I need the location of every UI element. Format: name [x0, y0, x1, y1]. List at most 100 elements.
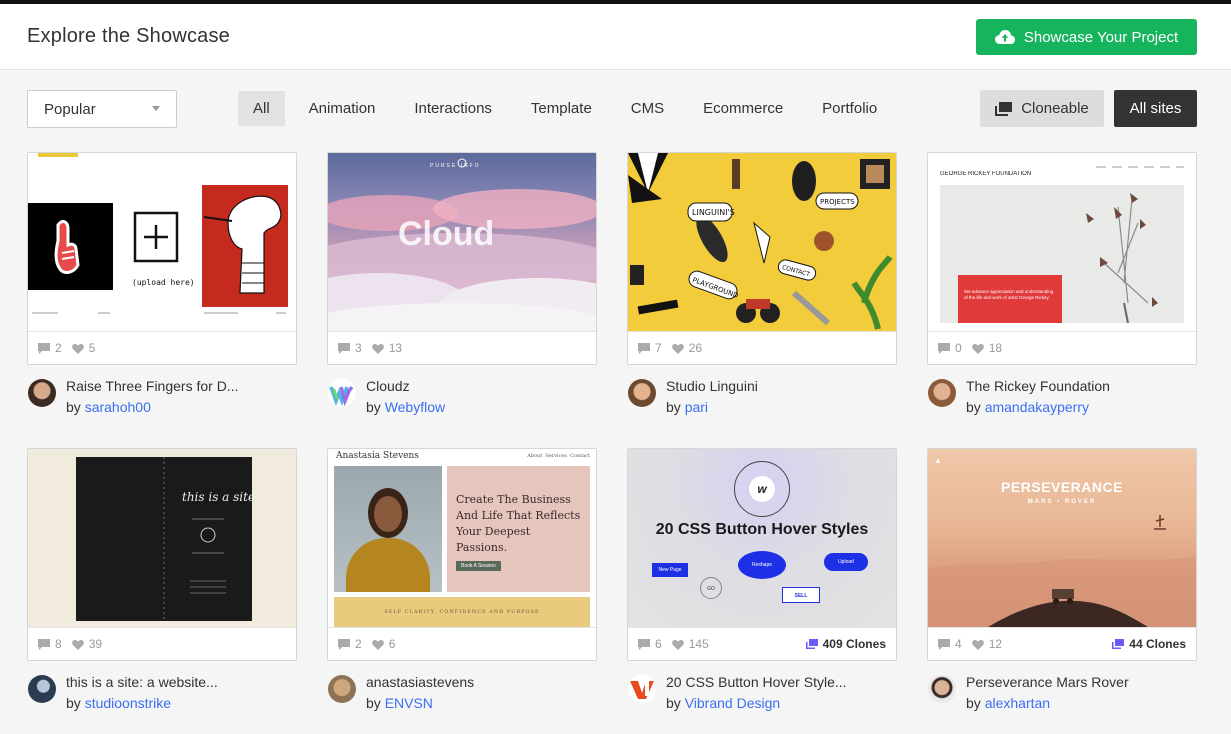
- card-preview[interactable]: w 20 CSS Button Hover Styles New Page Re…: [627, 448, 897, 661]
- upload-caption: (upload here): [132, 278, 195, 287]
- card-title[interactable]: anastasiastevens: [366, 674, 474, 690]
- cloneable-filter-button[interactable]: Cloneable: [980, 90, 1104, 127]
- avatar[interactable]: [328, 379, 356, 407]
- category-tabs: All Animation Interactions Template CMS …: [238, 91, 901, 126]
- comment-count: 8: [55, 637, 62, 651]
- avatar[interactable]: [628, 379, 656, 407]
- card-thumbnail: LINGUINI'S PROJECTS PLAYGROUND CONTACT: [628, 153, 896, 331]
- thumb-footer: SELF CLARITY, CONFIDENCE AND PURPOSE: [334, 597, 590, 627]
- author-link[interactable]: ENVSN: [385, 695, 433, 711]
- avatar[interactable]: [628, 675, 656, 703]
- avatar[interactable]: [28, 379, 56, 407]
- card-byline: by studioonstrike: [66, 695, 172, 711]
- card-title[interactable]: Perseverance Mars Rover: [966, 674, 1129, 690]
- card-thumbnail: We advance appreciation and understandin…: [928, 153, 1196, 331]
- card-meta: 20 CSS Button Hover Style... by Vibrand …: [627, 671, 897, 719]
- tab-cms[interactable]: CMS: [616, 91, 679, 126]
- showcase-project-label: Showcase Your Project: [1023, 28, 1179, 46]
- card-meta: anastasiastevens by ENVSN: [327, 671, 597, 719]
- comment-icon: [638, 638, 650, 650]
- like-count: 18: [988, 341, 1003, 355]
- card-meta: Studio Linguini by pari: [627, 375, 897, 423]
- card-preview[interactable]: LINGUINI'S PROJECTS PLAYGROUND CONTACT 7…: [627, 152, 897, 365]
- card-thumbnail: w 20 CSS Button Hover Styles New Page Re…: [628, 449, 896, 627]
- showcase-card: this is a site 8 39 this is a site: a we…: [27, 448, 297, 719]
- card-title[interactable]: Cloudz: [366, 378, 410, 394]
- card-thumbnail: ▲ PERSEVERANCE MARS • ROVER: [928, 449, 1196, 627]
- showcase-card: w 20 CSS Button Hover Styles New Page Re…: [627, 448, 897, 719]
- tab-all[interactable]: All: [238, 91, 285, 126]
- all-sites-filter-button[interactable]: All sites: [1114, 90, 1197, 127]
- card-meta: Cloudz by Webyflow: [327, 375, 597, 423]
- card-thumbnail: this is a site: [28, 449, 296, 627]
- svg-text:▲: ▲: [934, 456, 942, 465]
- card-thumbnail: (upload here): [28, 153, 296, 331]
- cloud-upload-icon: [994, 30, 1015, 44]
- sort-select[interactable]: Popular: [27, 90, 177, 128]
- comment-icon: [938, 342, 950, 354]
- heart-icon: [71, 343, 84, 354]
- author-link[interactable]: Webyflow: [385, 399, 445, 415]
- card-byline: by amandakayperry: [966, 399, 1089, 415]
- thumb-tag-projects: PROJECTS: [820, 198, 855, 206]
- thumb-subtitle: MARS • ROVER: [1027, 499, 1097, 505]
- avatar[interactable]: [928, 675, 956, 703]
- cloneable-label: Cloneable: [1021, 100, 1089, 117]
- thumb-button-reshape: Reshape: [738, 551, 786, 579]
- thumb-box-text: We advance appreciation and understandin…: [964, 289, 1054, 300]
- author-link[interactable]: pari: [685, 399, 708, 415]
- tab-template[interactable]: Template: [516, 91, 607, 126]
- card-preview[interactable]: We advance appreciation and understandin…: [927, 152, 1197, 365]
- heart-icon: [971, 343, 984, 354]
- tab-animation[interactable]: Animation: [294, 91, 391, 126]
- author-link[interactable]: amandakayperry: [985, 399, 1089, 415]
- author-link[interactable]: sarahoh00: [85, 399, 151, 415]
- thumb-name: Anastasia Stevens: [336, 451, 419, 461]
- card-stats: 2 6: [328, 627, 596, 660]
- card-byline: by sarahoh00: [66, 399, 151, 415]
- thumb-nav: About Services Contact: [527, 453, 590, 459]
- page-header: Explore the Showcase Showcase Your Proje…: [0, 4, 1231, 70]
- tab-portfolio[interactable]: Portfolio: [807, 91, 892, 126]
- card-title[interactable]: this is a site: a website...: [66, 674, 218, 690]
- avatar[interactable]: [328, 675, 356, 703]
- card-stats: 0 18: [928, 331, 1196, 364]
- card-stats: 4 12 44 Clones: [928, 627, 1196, 660]
- showcase-project-button[interactable]: Showcase Your Project: [976, 19, 1197, 55]
- card-byline: by pari: [666, 399, 709, 415]
- card-title[interactable]: The Rickey Foundation: [966, 378, 1110, 394]
- card-preview[interactable]: Cloud PURSE INFO 3 13: [327, 152, 597, 365]
- avatar[interactable]: [28, 675, 56, 703]
- card-byline: by ENVSN: [366, 695, 433, 711]
- card-preview[interactable]: ▲ PERSEVERANCE MARS • ROVER 4 12 44 Clon…: [927, 448, 1197, 661]
- card-preview[interactable]: this is a site 8 39: [27, 448, 297, 661]
- showcase-card: LINGUINI'S PROJECTS PLAYGROUND CONTACT 7…: [627, 152, 897, 423]
- heart-icon: [971, 639, 984, 650]
- author-link[interactable]: studioonstrike: [85, 695, 171, 711]
- heart-icon: [671, 343, 684, 354]
- author-link[interactable]: Vibrand Design: [685, 695, 780, 711]
- showcase-card: Cloud PURSE INFO 3 13 Cloudz by Webyflow: [327, 152, 597, 423]
- card-title[interactable]: 20 CSS Button Hover Style...: [666, 674, 847, 690]
- card-preview[interactable]: (upload here) 2 5: [27, 152, 297, 365]
- card-stats: 6 145 409 Clones: [628, 627, 896, 660]
- avatar[interactable]: [928, 379, 956, 407]
- card-title[interactable]: Studio Linguini: [666, 378, 758, 394]
- card-byline: by Vibrand Design: [666, 695, 781, 711]
- thumb-tag-linguinis: LINGUINI'S: [692, 208, 735, 217]
- comment-count: 4: [955, 637, 962, 651]
- heart-icon: [371, 639, 384, 650]
- comment-icon: [338, 638, 350, 650]
- card-title[interactable]: Raise Three Fingers for D...: [66, 378, 238, 394]
- card-thumbnail: Cloud PURSE INFO: [328, 153, 596, 331]
- tab-ecommerce[interactable]: Ecommerce: [688, 91, 798, 126]
- card-preview[interactable]: Anastasia Stevens About Services Contact…: [327, 448, 597, 661]
- heart-icon: [71, 639, 84, 650]
- caret-down-icon: [152, 106, 160, 111]
- author-link[interactable]: alexhartan: [985, 695, 1050, 711]
- comment-icon: [938, 638, 950, 650]
- comment-icon: [638, 342, 650, 354]
- tab-interactions[interactable]: Interactions: [399, 91, 507, 126]
- showcase-card: (upload here) 2 5 Raise Three Fingers fo…: [27, 152, 297, 423]
- thumb-button-upload: Upload: [824, 553, 868, 571]
